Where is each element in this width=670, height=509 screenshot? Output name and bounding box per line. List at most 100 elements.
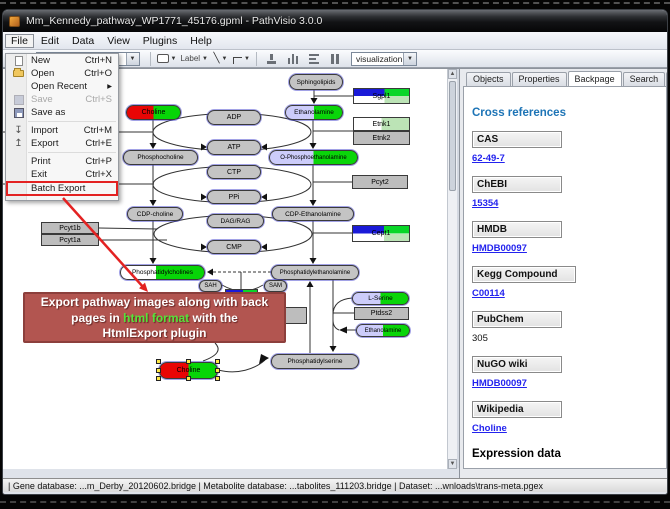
tab-properties[interactable]: Properties bbox=[512, 72, 567, 87]
side-panel-tabs: ObjectsPropertiesBackpageSearchLegend bbox=[466, 71, 668, 86]
xref-link[interactable]: HMDB00097 bbox=[472, 378, 666, 389]
node-pcyt1a[interactable]: Pcyt1a bbox=[41, 234, 99, 246]
menu-item-exit[interactable]: ExitCtrl+X bbox=[6, 168, 118, 181]
node-dag-rag[interactable]: DAG/RAG bbox=[207, 214, 264, 228]
menu-item-label: Exit bbox=[31, 169, 47, 180]
window-title: Mm_Kennedy_pathway_WP1771_45176.gpml - P… bbox=[26, 15, 322, 27]
add-label-button[interactable]: Label ▼ bbox=[180, 51, 208, 67]
xref-value: 305 bbox=[472, 333, 666, 344]
tab-search[interactable]: Search bbox=[623, 72, 666, 87]
node-l-serine[interactable]: L-Serine bbox=[352, 292, 409, 305]
node-phosphatidylserine[interactable]: Phosphatidylserine bbox=[271, 354, 359, 369]
draw-connector-button[interactable]: ▼ bbox=[233, 51, 250, 67]
node-sphingolipids[interactable]: Sphingolipids bbox=[289, 74, 343, 90]
save-icon bbox=[10, 95, 27, 105]
menu-item-save-as[interactable]: Save as bbox=[6, 106, 118, 119]
align-vertical-button[interactable] bbox=[284, 51, 301, 67]
menu-item-open-recent[interactable]: Open Recent▸ bbox=[6, 80, 118, 93]
node-ptdss2[interactable]: Ptdss2 bbox=[354, 307, 409, 320]
title-bar: Mm_Kennedy_pathway_WP1771_45176.gpml - P… bbox=[3, 10, 667, 32]
xref-link[interactable]: 15354 bbox=[472, 198, 666, 209]
zoom-dropdown-icon[interactable]: ▼ bbox=[126, 53, 139, 65]
callout-line3: HtmlExport plugin bbox=[25, 326, 284, 342]
menu-file[interactable]: File bbox=[5, 34, 34, 48]
xref-section-kegg-compound: Kegg CompoundC00114 bbox=[472, 266, 666, 299]
selection-handle[interactable] bbox=[215, 368, 220, 373]
canvas-vertical-scrollbar[interactable]: ▲ ▼ bbox=[447, 69, 457, 469]
align-center-icon bbox=[266, 54, 277, 64]
node-cdp-ethanolamine[interactable]: CDP-Ethanolamine bbox=[272, 207, 354, 221]
menu-item-print[interactable]: PrintCtrl+P bbox=[6, 155, 118, 168]
menu-item-import[interactable]: ImportCtrl+M bbox=[6, 124, 118, 137]
visualization-dropdown-icon[interactable]: ▼ bbox=[403, 53, 416, 65]
selection-handle[interactable] bbox=[215, 359, 220, 364]
menu-shortcut: Ctrl+E bbox=[85, 138, 112, 149]
selection-handle[interactable] bbox=[156, 376, 161, 381]
visualization-combobox[interactable]: visualization ▼ bbox=[351, 52, 417, 66]
toolbar-separator bbox=[256, 52, 257, 66]
menu-item-new[interactable]: NewCtrl+N bbox=[6, 54, 118, 67]
xref-section-chebi: ChEBI15354 bbox=[472, 176, 666, 209]
menu-item-open[interactable]: OpenCtrl+O bbox=[6, 67, 118, 80]
node-ctp[interactable]: CTP bbox=[207, 165, 261, 179]
tab-legend[interactable]: Legend bbox=[666, 72, 668, 87]
node-sgpl1[interactable]: Sgpl1 bbox=[353, 88, 410, 104]
node-pcyt2[interactable]: Pcyt2 bbox=[352, 175, 408, 189]
selection-handle[interactable] bbox=[215, 376, 220, 381]
tab-objects[interactable]: Objects bbox=[466, 72, 511, 87]
node-cmp[interactable]: CMP bbox=[207, 240, 261, 254]
menu-edit[interactable]: Edit bbox=[35, 34, 65, 48]
node-ethanolamine[interactable]: Ethanolamine bbox=[285, 105, 343, 120]
xref-link[interactable]: 62-49-7 bbox=[472, 153, 666, 164]
node-phosphocholine[interactable]: Phosphocholine bbox=[123, 150, 198, 165]
menu-item-label: Export bbox=[31, 138, 58, 149]
menu-item-export[interactable]: Export Ctrl+E bbox=[6, 137, 118, 150]
screenshot-edge-artifact-top bbox=[0, 2, 670, 4]
node-phosphatidylcholines[interactable]: Phosphatidylcholines bbox=[120, 265, 205, 280]
side-panel: ObjectsPropertiesBackpageSearchLegend Cr… bbox=[459, 69, 668, 479]
distribute-vertical-icon bbox=[331, 54, 339, 64]
node-ppi[interactable]: PPi bbox=[207, 190, 261, 204]
menu-view[interactable]: View bbox=[101, 34, 136, 48]
node-phosphatidylethanolamine[interactable]: Phosphatidylethanolamine bbox=[271, 265, 359, 280]
distribute-horizontal-button[interactable] bbox=[305, 51, 322, 67]
node-cept1[interactable]: Cept1 bbox=[352, 225, 410, 242]
selection-handle[interactable] bbox=[156, 359, 161, 364]
draw-line-button[interactable]: ╲ ▼ bbox=[212, 51, 229, 67]
node-choline[interactable]: Choline bbox=[126, 105, 181, 120]
node-etnk2[interactable]: Etnk2 bbox=[353, 131, 410, 145]
menu-data[interactable]: Data bbox=[66, 34, 100, 48]
selection-handle[interactable] bbox=[156, 368, 161, 373]
node-o-phosphoethanolamine[interactable]: O-Phosphoethanolamine bbox=[269, 150, 358, 165]
tab-backpage[interactable]: Backpage bbox=[568, 71, 622, 86]
menu-help[interactable]: Help bbox=[184, 34, 218, 48]
xref-link[interactable]: C00114 bbox=[472, 288, 666, 299]
menu-item-batch-export[interactable]: Batch Export bbox=[6, 181, 118, 196]
node-atp[interactable]: ATP bbox=[207, 140, 261, 155]
node-etnk1[interactable]: Etnk1 bbox=[353, 117, 410, 131]
xref-link[interactable]: Choline bbox=[472, 423, 666, 434]
selection-handle[interactable] bbox=[186, 376, 191, 381]
app-icon bbox=[9, 16, 20, 27]
backpage-panel[interactable]: Cross references CAS62-49-7ChEBI15354HMD… bbox=[463, 86, 667, 469]
scroll-down-icon[interactable]: ▼ bbox=[448, 459, 457, 469]
scroll-up-icon[interactable]: ▲ bbox=[448, 69, 457, 79]
align-center-button[interactable] bbox=[263, 51, 280, 67]
node-cdp-choline[interactable]: CDP-choline bbox=[127, 207, 183, 221]
node-pcyt1b[interactable]: Pcyt1b bbox=[41, 222, 99, 234]
xref-section-nugo-wiki: NuGO wikiHMDB00097 bbox=[472, 356, 666, 389]
node-sam[interactable]: SAM bbox=[264, 280, 287, 292]
distribute-vertical-button[interactable] bbox=[326, 51, 343, 67]
menu-item-save[interactable]: SaveCtrl+S bbox=[6, 93, 118, 106]
xref-link[interactable]: HMDB00097 bbox=[472, 243, 666, 254]
vscroll-thumb[interactable] bbox=[449, 81, 456, 191]
menu-plugins[interactable]: Plugins bbox=[137, 34, 183, 48]
xref-section-wikipedia: WikipediaCholine bbox=[472, 401, 666, 434]
node-sah[interactable]: SAH bbox=[199, 280, 222, 292]
node-adp[interactable]: ADP bbox=[207, 110, 261, 125]
selection-handle[interactable] bbox=[186, 359, 191, 364]
node-ethanolamine[interactable]: Ethanolamine bbox=[356, 324, 410, 337]
menu-item-label: Open Recent bbox=[31, 81, 87, 92]
add-datanode-button[interactable]: ▼ bbox=[157, 51, 177, 67]
caret-down-icon: ▼ bbox=[244, 56, 250, 62]
